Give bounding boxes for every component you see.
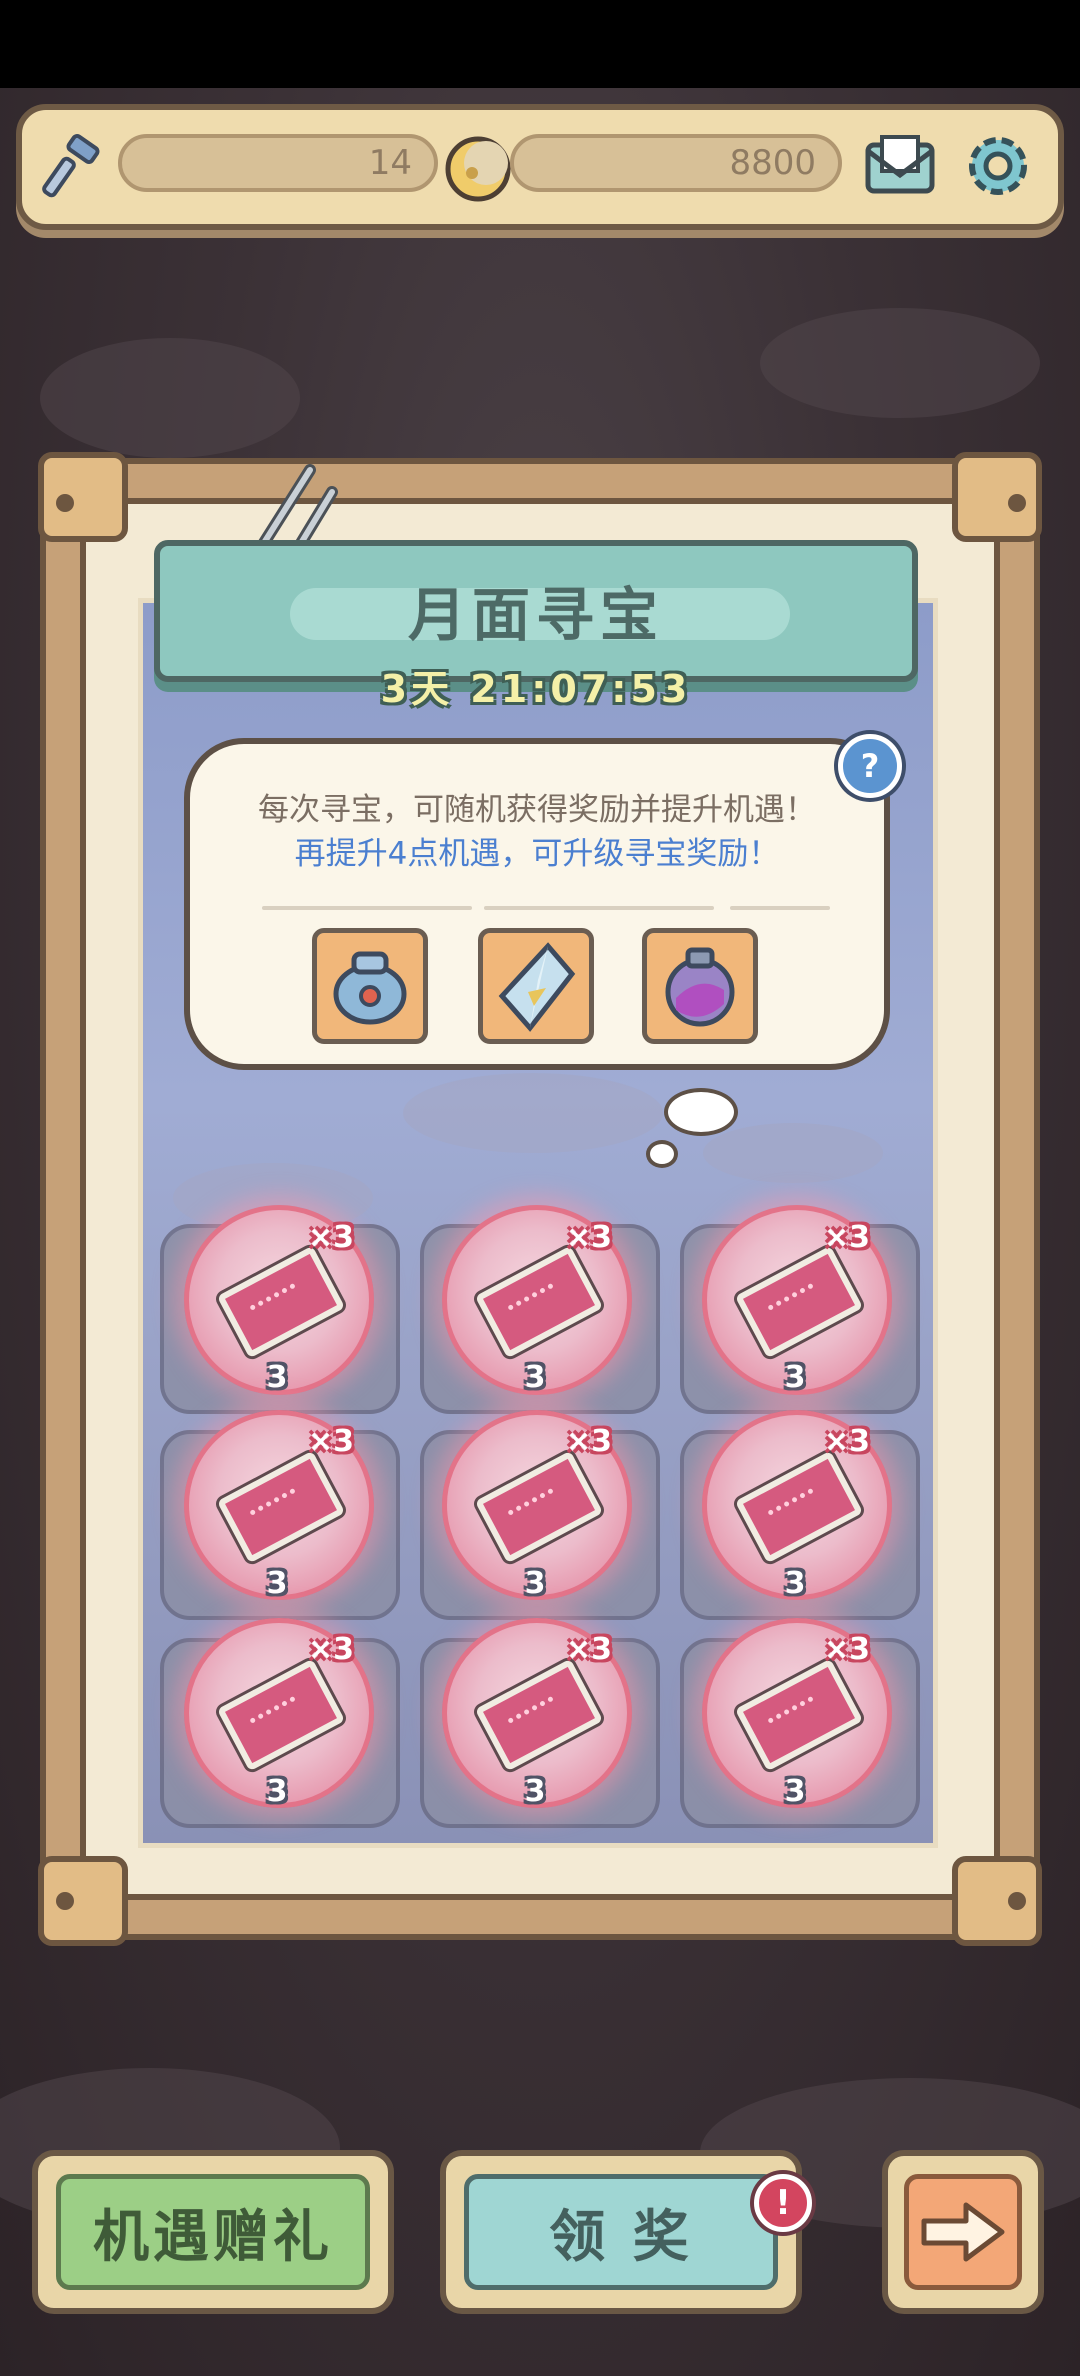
moon-currency-value: 8800: [729, 143, 816, 183]
item-count: 3: [784, 1774, 806, 1809]
item-count: 3: [266, 1566, 288, 1601]
status-bar: [0, 0, 1080, 88]
info-text-line2: 再提升4点机遇，可升级寻宝奖励！: [294, 836, 780, 872]
item-count: 3: [266, 1774, 288, 1809]
divider: [262, 906, 472, 910]
reward-slot-2[interactable]: [478, 928, 594, 1044]
hammer-icon[interactable]: [34, 128, 114, 208]
claim-button-face: 领 奖: [464, 2174, 778, 2290]
moon-currency-counter: 8800: [510, 134, 842, 192]
info-text-line1: 每次寻宝，可随机获得奖励并提升机遇！: [258, 792, 816, 828]
item-multiplier: ×3: [824, 1424, 871, 1459]
next-button-face: [904, 2174, 1022, 2290]
item-multiplier: ×3: [824, 1220, 871, 1255]
purple-potion-icon: [665, 947, 735, 1027]
energy-counter: 14: [118, 134, 438, 192]
crystal-icon: [498, 942, 576, 1032]
gear-icon[interactable]: [956, 124, 1040, 208]
item-count: 3: [784, 1360, 806, 1395]
gift-button[interactable]: 机遇赠礼: [32, 2150, 394, 2314]
frame-corner: [38, 452, 128, 542]
item-count: 3: [524, 1566, 546, 1601]
reward-slot-1[interactable]: [312, 928, 428, 1044]
arrow-right-icon: [921, 2202, 1005, 2262]
gift-button-label: 机遇赠礼: [93, 2204, 333, 2270]
item-multiplier: ×3: [308, 1220, 355, 1255]
gift-button-face: 机遇赠礼: [56, 2174, 370, 2290]
next-button[interactable]: [882, 2150, 1044, 2314]
item-multiplier: ×3: [566, 1632, 613, 1667]
thought-bubble: [664, 1088, 738, 1136]
item-multiplier: ×3: [824, 1632, 871, 1667]
event-title: 月面寻宝: [407, 581, 664, 649]
frame-corner: [38, 1856, 128, 1946]
energy-value: 14: [368, 143, 412, 183]
claim-alert-badge: !: [754, 2174, 812, 2232]
item-count: 3: [266, 1360, 288, 1395]
item-multiplier: ×3: [566, 1424, 613, 1459]
treasure-pouch-icon: [333, 951, 407, 1025]
event-timer: 3天 21:07:53: [380, 667, 692, 711]
divider: [484, 906, 714, 910]
help-button[interactable]: ?: [838, 734, 902, 798]
thought-bubble-small: [646, 1140, 678, 1168]
claim-button-label: 领 奖: [549, 2204, 693, 2270]
item-count: 3: [784, 1566, 806, 1601]
frame-corner: [952, 1856, 1042, 1946]
reward-slot-3[interactable]: [642, 928, 758, 1044]
item-multiplier: ×3: [308, 1424, 355, 1459]
divider: [730, 906, 830, 910]
item-multiplier: ×3: [566, 1220, 613, 1255]
item-count: 3: [524, 1360, 546, 1395]
moon-coin-icon: [440, 124, 516, 214]
frame-corner: [952, 452, 1042, 542]
mail-icon[interactable]: [860, 126, 940, 206]
claim-button[interactable]: 领 奖: [440, 2150, 802, 2314]
item-count: 3: [524, 1774, 546, 1809]
item-multiplier: ×3: [308, 1632, 355, 1667]
